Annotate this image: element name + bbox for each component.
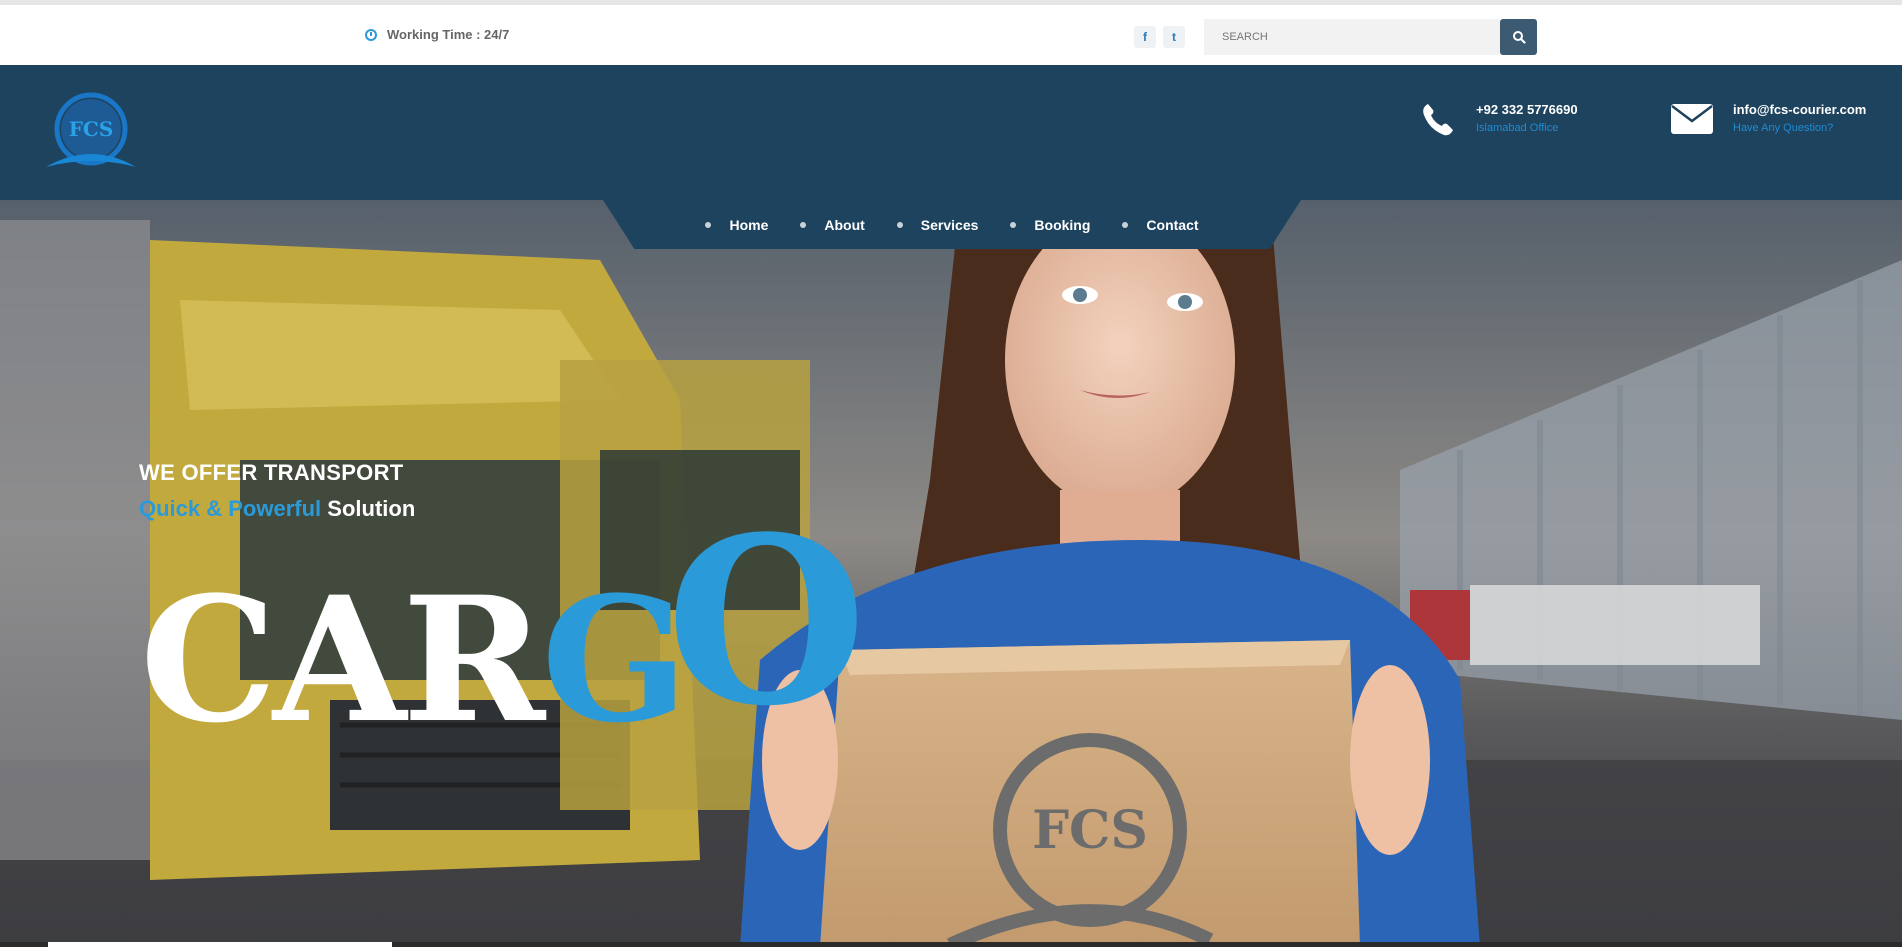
headline-white-part: CAR [140,558,545,761]
phone-icon [1423,104,1453,136]
nav-booking[interactable]: Booking [1010,217,1090,233]
box-logo-text: FCS [1032,800,1148,861]
hero-subtitle: Quick & Powerful Solution [139,496,415,522]
hero-headline: CARGO [140,507,867,755]
nav-services[interactable]: Services [896,216,979,233]
working-time: Working Time : 24/7 [365,27,509,42]
search-icon [1512,31,1526,44]
main-nav: Home About Services Booking Contact [603,200,1301,249]
hero-subtitle-accent: Quick & Powerful [139,496,322,521]
phone-number[interactable]: +92 332 5776690 [1476,101,1578,119]
twitter-icon[interactable]: t [1163,26,1185,48]
nav-booking-label: Booking [1034,216,1091,233]
bullet-icon [705,221,712,228]
slider-progress[interactable] [48,942,392,947]
logo-text: FCS [69,117,114,141]
nav-home-label: Home [729,216,769,233]
phone-contact: +92 332 5776690 Islamabad Office [1420,101,1578,137]
hero-subtitle-plain: Solution [327,496,416,521]
search-input[interactable] [1204,19,1500,55]
nav-about-label: About [824,216,865,233]
hero-tagline: WE OFFER TRANSPORT [139,460,404,485]
headline-blue-o: O [666,487,867,757]
clock-icon [365,28,377,41]
search-button[interactable] [1500,19,1537,55]
envelope-icon [1671,104,1713,134]
top-bar: Working Time : 24/7 f t [0,0,1902,65]
nav-contact-label: Contact [1146,216,1199,233]
hero-banner: FCS WE OFFER TRANSPORT Quick & Powerful … [0,200,1902,947]
site-header: FCS +92 332 5776690 Islamabad Office inf… [0,65,1902,200]
nav-contact[interactable]: Contact [1122,216,1199,233]
bullet-icon [1010,221,1017,228]
email-address[interactable]: info@fcs-courier.com [1733,101,1866,119]
nav-about[interactable]: About [800,216,865,233]
nav-home[interactable]: Home [705,217,768,233]
bullet-icon [1122,221,1129,228]
facebook-icon[interactable]: f [1134,26,1156,48]
working-time-text: Working Time : 24/7 [387,27,510,42]
bullet-icon [896,221,903,228]
fcs-logo[interactable]: FCS [42,91,140,171]
email-contact: info@fcs-courier.com Have Any Question? [1671,101,1866,137]
phone-label: Islamabad Office [1476,122,1559,134]
email-label: Have Any Question? [1733,122,1834,134]
nav-services-label: Services [920,216,979,233]
bullet-icon [800,221,807,228]
